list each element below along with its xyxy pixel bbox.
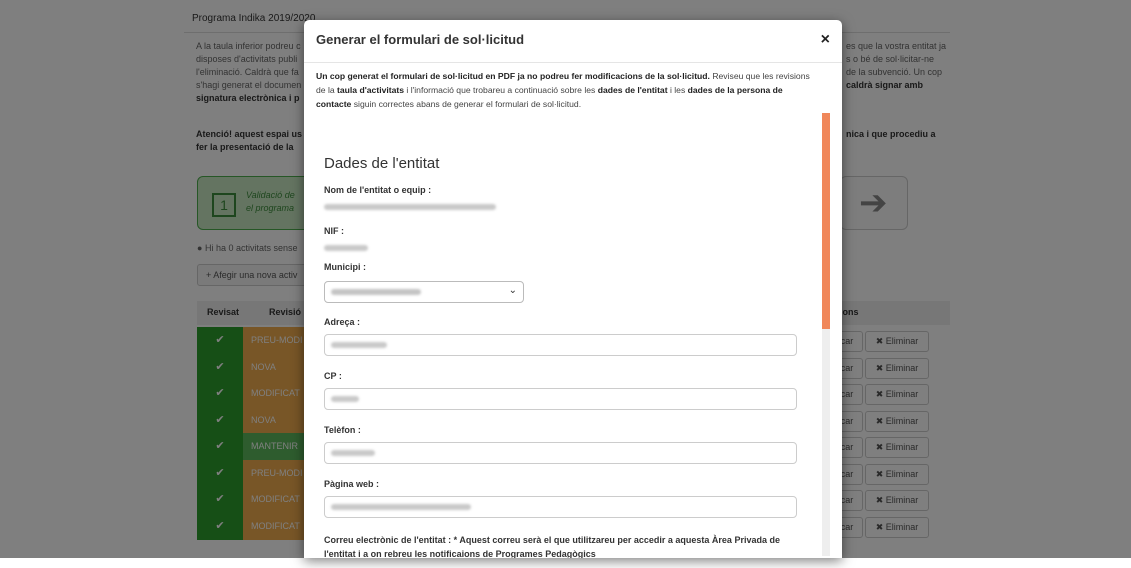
label-nif: NIF : — [324, 226, 344, 236]
label-correu: Correu electrònic de l'entitat : * Aques… — [324, 535, 780, 558]
telefon-input[interactable] — [324, 442, 797, 464]
intro-bold: Un cop generat el formulari de sol·licit… — [316, 71, 710, 81]
adreca-value-redacted — [331, 342, 387, 348]
intro-text-part: i les — [667, 85, 688, 95]
web-value-redacted — [331, 504, 471, 510]
web-input[interactable] — [324, 496, 797, 518]
intro-text-part: siguin correctes abans de generar el for… — [351, 99, 582, 109]
value-nom-redacted — [324, 204, 496, 210]
section-title: Dades de l'entitat — [324, 155, 440, 172]
intro-bold: dades de l'entitat — [597, 85, 668, 95]
municipi-select[interactable]: ⌄ — [324, 281, 524, 303]
label-municipi: Municipi : — [324, 262, 366, 272]
cp-input[interactable] — [324, 388, 797, 410]
telefon-value-redacted — [331, 450, 375, 456]
label-nom: Nom de l'entitat o equip : — [324, 185, 432, 195]
intro-bold: taula d'activitats — [337, 85, 405, 95]
modal-header: Generar el formulari de sol·licitud × — [304, 20, 842, 63]
modal-body: Un cop generat el formulari de sol·licit… — [304, 63, 842, 558]
value-nif-redacted — [324, 245, 368, 251]
scrollbar-thumb[interactable] — [822, 113, 830, 329]
label-adreca: Adreça : — [324, 317, 361, 327]
generate-form-modal: Generar el formulari de sol·licitud × Un… — [304, 20, 842, 558]
label-cp: CP : — [324, 371, 342, 381]
modal-title: Generar el formulari de sol·licitud — [316, 32, 525, 47]
intro-text-part: i l'informació que trobareu a continuaci… — [404, 85, 598, 95]
intro-text: Un cop generat el formulari de sol·licit… — [316, 69, 812, 111]
municipi-value-redacted — [331, 289, 421, 295]
adreca-input[interactable] — [324, 334, 797, 356]
cp-value-redacted — [331, 396, 359, 402]
chevron-down-icon: ⌄ — [508, 285, 517, 296]
close-icon[interactable]: × — [821, 32, 830, 48]
label-telefon: Telèfon : — [324, 425, 361, 435]
label-web: Pàgina web : — [324, 479, 380, 489]
